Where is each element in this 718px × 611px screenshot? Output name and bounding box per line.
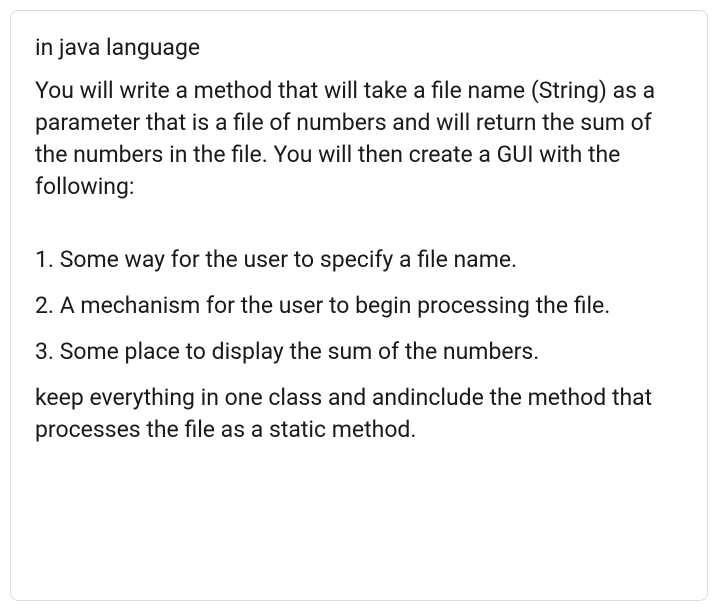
intro-paragraph: You will write a method that will take a…: [35, 75, 683, 204]
closing-paragraph: keep everything in one class and andincl…: [35, 382, 683, 446]
list-item-1: 1. Some way for the user to specify a fi…: [35, 244, 683, 276]
heading-text: in java language: [35, 33, 683, 63]
list-item-3: 3. Some place to display the sum of the …: [35, 336, 683, 368]
document-container: in java language You will write a method…: [10, 10, 708, 601]
list-item-2: 2. A mechanism for the user to begin pro…: [35, 290, 683, 322]
